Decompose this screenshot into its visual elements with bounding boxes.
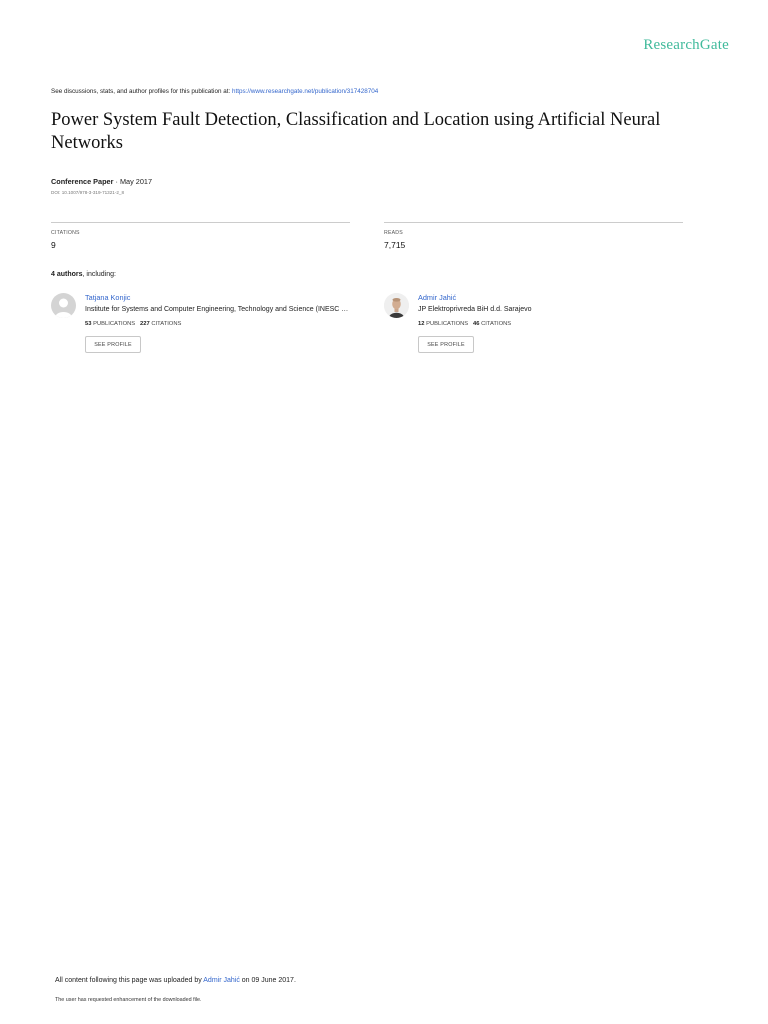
enhancement-note: The user has requested enhancement of th… [55, 997, 202, 1003]
authors-heading: 4 authors, including: [51, 271, 116, 278]
citations-count: 46 [473, 321, 480, 327]
paper-title: Power System Fault Detection, Classifica… [51, 110, 661, 153]
portrait-image [384, 293, 409, 318]
author-stats: 53 PUBLICATIONS 227 CITATIONS [85, 321, 181, 327]
citations-label: CITATIONS [481, 321, 512, 327]
reads-divider [384, 222, 683, 223]
user-silhouette-icon [55, 298, 72, 318]
citations-count: 227 [140, 321, 150, 327]
reads-value: 7,715 [384, 240, 406, 250]
publications-count: 53 [85, 321, 92, 327]
publications-label: PUBLICATIONS [426, 321, 469, 327]
author-name-link[interactable]: Tatjana Konjic [85, 293, 130, 302]
upload-suffix: on 09 June 2017. [239, 977, 296, 984]
author-photo[interactable] [384, 293, 409, 318]
upload-note: All content following this page was uplo… [55, 977, 296, 984]
see-profile-button[interactable]: SEE PROFILE [418, 336, 474, 353]
citations-divider [51, 222, 350, 223]
authors-suffix: , including: [82, 271, 116, 278]
researchgate-logo: ResearchGate [643, 37, 729, 53]
author-name-link[interactable]: Admir Jahić [418, 293, 456, 302]
upload-prefix: All content following this page was uplo… [55, 977, 204, 984]
publication-link[interactable]: https://www.researchgate.net/publication… [232, 88, 378, 95]
citations-label: CITATIONS [151, 321, 182, 327]
author-institution: JP Elektroprivreda BiH d.d. Sarajevo [418, 306, 532, 313]
authors-count: 4 authors [51, 271, 83, 278]
publications-label: PUBLICATIONS [93, 321, 136, 327]
paper-type-line: Conference Paper · May 2017 [51, 177, 152, 186]
discussion-line: See discussions, stats, and author profi… [51, 88, 378, 95]
paper-type: Conference Paper [51, 177, 114, 186]
citations-label: CITATIONS [51, 230, 80, 236]
reads-label: READS [384, 230, 403, 236]
citations-value: 9 [51, 240, 56, 250]
author-stats: 12 PUBLICATIONS 46 CITATIONS [418, 321, 511, 327]
paper-doi: DOI: 10.1007/978-3-319-71321-2_8 [51, 190, 125, 195]
publications-count: 12 [418, 321, 425, 327]
paper-date: May 2017 [119, 177, 152, 186]
author-institution: Institute for Systems and Computer Engin… [85, 306, 349, 313]
see-profile-button[interactable]: SEE PROFILE [85, 336, 141, 353]
avatar-placeholder[interactable] [51, 293, 76, 318]
discussion-prefix: See discussions, stats, and author profi… [51, 88, 232, 95]
uploader-link[interactable]: Admir Jahić [203, 977, 240, 984]
